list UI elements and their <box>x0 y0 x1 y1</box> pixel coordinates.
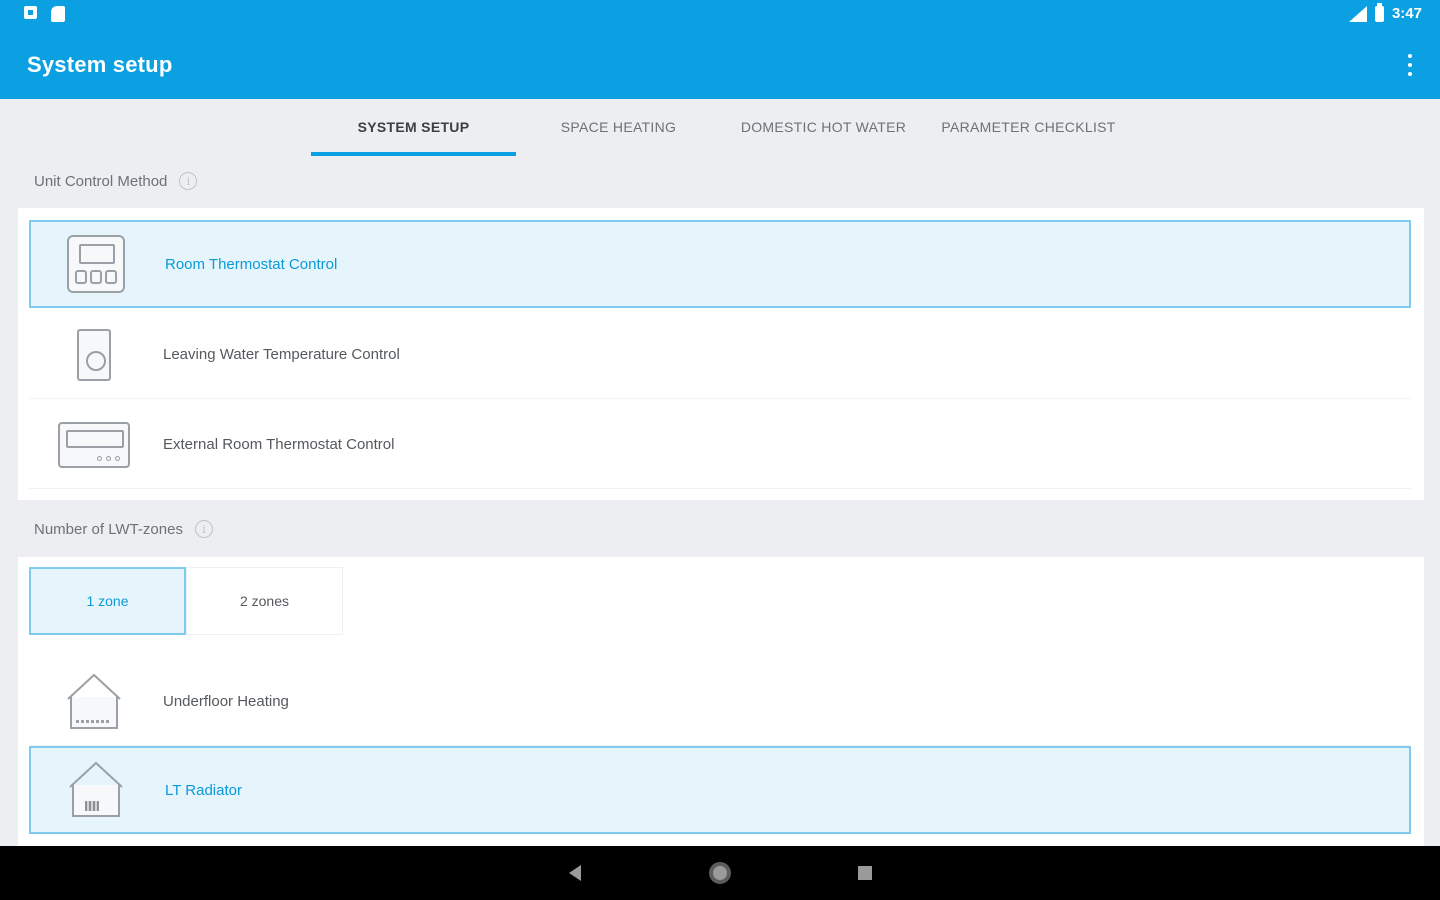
underfloor-house-icon <box>29 658 159 746</box>
back-icon[interactable] <box>569 865 581 881</box>
option-label: External Room Thermostat Control <box>163 436 395 453</box>
zone-option-1[interactable]: 1 zone <box>29 567 186 635</box>
tab-bar: SYSTEM SETUP SPACE HEATING DOMESTIC HOT … <box>311 104 1131 156</box>
option-room-thermostat-control[interactable]: Room Thermostat Control <box>29 220 1411 308</box>
emitter-lt-radiator[interactable]: LT Radiator <box>29 746 1411 834</box>
unit-control-method-label: Unit Control Method i <box>34 172 198 190</box>
battery-icon <box>1374 2 1384 22</box>
option-external-room-thermostat-control[interactable]: External Room Thermostat Control <box>29 401 1411 489</box>
lwt-zones-card: 1 zone 2 zones Underfloor Heating LT Rad… <box>18 557 1424 846</box>
status-time: 3:47 <box>1391 5 1422 22</box>
home-icon[interactable] <box>709 862 731 884</box>
lwt-controller-icon <box>29 311 159 399</box>
tab-domestic-hot-water[interactable]: DOMESTIC HOT WATER <box>721 104 926 156</box>
signal-icon <box>1348 5 1367 22</box>
section-title: Unit Control Method <box>34 172 168 190</box>
unit-control-card: Room Thermostat Control Leaving Water Te… <box>18 208 1424 500</box>
notification-square-icon <box>24 6 37 19</box>
tab-system-setup[interactable]: SYSTEM SETUP <box>311 104 516 156</box>
external-thermostat-icon <box>29 401 159 489</box>
room-thermostat-icon <box>31 220 161 308</box>
zone-selector: 1 zone 2 zones <box>29 567 343 635</box>
option-label: Leaving Water Temperature Control <box>163 346 400 363</box>
overflow-menu-icon[interactable] <box>1404 54 1416 76</box>
info-icon[interactable]: i <box>194 520 213 538</box>
option-leaving-water-temperature-control[interactable]: Leaving Water Temperature Control <box>29 311 1411 399</box>
radiator-house-icon <box>31 746 161 834</box>
status-bar-left <box>24 6 65 22</box>
section-title: Number of LWT-zones <box>34 520 183 538</box>
emitter-underfloor-heating[interactable]: Underfloor Heating <box>29 658 1411 746</box>
tab-parameter-checklist[interactable]: PARAMETER CHECKLIST <box>926 104 1131 156</box>
emitter-label: LT Radiator <box>165 781 242 799</box>
status-bar-right: 3:47 <box>1348 2 1422 22</box>
option-label: Room Thermostat Control <box>165 255 338 273</box>
system-nav-bar <box>0 846 1440 900</box>
emitter-label: Underfloor Heating <box>163 693 289 710</box>
lwt-zones-label: Number of LWT-zones i <box>34 520 213 538</box>
app-bar: 3:47 System setup <box>0 0 1440 99</box>
tab-space-heating[interactable]: SPACE HEATING <box>516 104 721 156</box>
recent-apps-icon[interactable] <box>858 866 872 880</box>
zone-option-2[interactable]: 2 zones <box>186 567 343 635</box>
page-title: System setup <box>27 52 173 77</box>
sd-card-icon <box>51 6 65 22</box>
info-icon[interactable]: i <box>179 172 198 190</box>
